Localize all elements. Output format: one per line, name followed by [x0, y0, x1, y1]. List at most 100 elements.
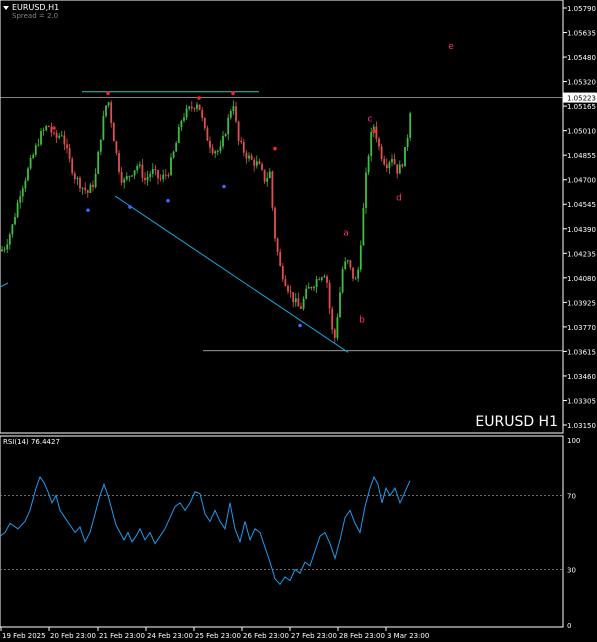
candle-body — [162, 174, 165, 180]
candle-body — [313, 287, 315, 289]
candle-body — [398, 164, 401, 174]
candle-body — [341, 269, 344, 293]
candles-layer — [1, 100, 412, 343]
candle-body — [97, 151, 100, 174]
candle-body — [209, 140, 211, 148]
chart-header[interactable]: EURUSD,H1 Spread = 2.0 — [3, 3, 59, 20]
candle-body — [393, 158, 396, 165]
candle-body — [71, 158, 74, 174]
wave-label: a — [343, 228, 349, 238]
time-axis: 19 Feb 2025 20 Feb 23:00 21 Feb 23:00 24 Fe… — [0, 627, 429, 640]
price-tick-label: 1.04235 — [567, 250, 596, 258]
time-tick-label: 21 Feb 23:00 — [99, 632, 145, 640]
candle-body — [94, 173, 97, 188]
candle-body — [177, 127, 180, 143]
candle-body — [68, 148, 71, 159]
price-tick-label: 1.05790 — [567, 5, 596, 13]
candle-body — [219, 146, 222, 151]
candle-body — [349, 260, 352, 268]
price-tick-label: 1.03150 — [567, 422, 596, 430]
candle-body — [258, 161, 261, 165]
candle-body — [216, 150, 219, 152]
candle-body — [34, 145, 37, 155]
candle-body — [266, 178, 269, 182]
candle-body — [73, 173, 76, 180]
candle-body — [339, 292, 341, 318]
spread-label: Spread = 2.0 — [12, 12, 58, 20]
wave-label: d — [396, 194, 402, 204]
price-tick-label: 1.04855 — [567, 152, 596, 160]
candle-body — [29, 158, 32, 169]
candle-body — [60, 135, 63, 137]
candle-body — [255, 161, 258, 166]
price-tick-label: 1.05010 — [567, 128, 596, 136]
candle-body — [367, 155, 370, 173]
candle-body — [328, 282, 331, 309]
swing-high-marker — [197, 96, 201, 100]
candle-body — [198, 104, 201, 111]
candle-body — [206, 128, 209, 141]
candle-body — [37, 144, 40, 146]
candle-body — [250, 155, 253, 160]
candle-body — [188, 106, 191, 109]
candle-body — [167, 174, 170, 176]
candle-body — [370, 132, 373, 156]
swing-low-marker — [298, 323, 302, 328]
candle-body — [354, 278, 357, 280]
swing-low-marker — [166, 198, 170, 203]
time-tick-label: 19 Feb 2025 — [2, 632, 46, 640]
price-tick-label: 1.04390 — [567, 226, 596, 234]
candle-body — [378, 138, 380, 147]
candle-body — [86, 190, 89, 193]
candle-body — [159, 178, 162, 180]
candle-body — [248, 155, 250, 159]
candle-body — [232, 106, 235, 112]
candle-body — [315, 279, 318, 288]
candle-body — [318, 279, 321, 281]
candle-body — [235, 106, 237, 122]
candle-body — [279, 251, 282, 267]
candle-body — [284, 279, 287, 286]
candle-body — [125, 176, 128, 180]
main-plot-frame — [0, 0, 564, 434]
candle-body — [274, 207, 276, 239]
candle-body — [263, 169, 266, 182]
candle-body — [253, 159, 256, 166]
rsi-line — [0, 475, 411, 586]
triangle-down-icon[interactable] — [3, 6, 9, 10]
candle-body — [107, 102, 110, 106]
swing-low-marker — [128, 205, 132, 209]
candle-body — [180, 120, 183, 128]
candle-body — [201, 110, 204, 118]
candle-body — [359, 245, 362, 270]
candle-body — [16, 202, 19, 218]
candle-body — [294, 298, 297, 303]
candle-body — [151, 168, 154, 174]
price-tick-label: 1.03615 — [567, 348, 596, 356]
candle-body — [170, 157, 172, 176]
rsi-level-label: 0 — [567, 622, 571, 630]
candle-body — [297, 298, 300, 307]
time-tick-label: 27 Feb 23:00 — [291, 632, 337, 640]
candle-body — [292, 292, 295, 303]
candle-body — [380, 146, 383, 159]
swing-high-marker — [273, 146, 277, 151]
candle-body — [224, 134, 227, 137]
candle-body — [81, 187, 84, 189]
price-axis: 1.05790 1.05635 1.05480 1.05320 1.05165 1.050… — [563, 5, 597, 430]
candle-body — [110, 102, 113, 123]
candle-body — [144, 177, 146, 181]
overlays-layer: a b c d e — [0, 42, 563, 353]
price-tick-label: 1.03925 — [567, 299, 596, 307]
rsi-level-label: 30 — [567, 567, 576, 575]
candle-body — [136, 165, 139, 171]
candle-body — [141, 164, 144, 178]
candle-body — [6, 244, 9, 250]
current-price-label: 1.05223 — [567, 95, 596, 103]
candle-body — [164, 174, 167, 176]
candle-body — [21, 188, 24, 197]
candle-body — [47, 125, 50, 127]
candle-body — [175, 142, 178, 152]
candle-body — [289, 291, 292, 293]
swing-low-marker — [222, 184, 226, 189]
